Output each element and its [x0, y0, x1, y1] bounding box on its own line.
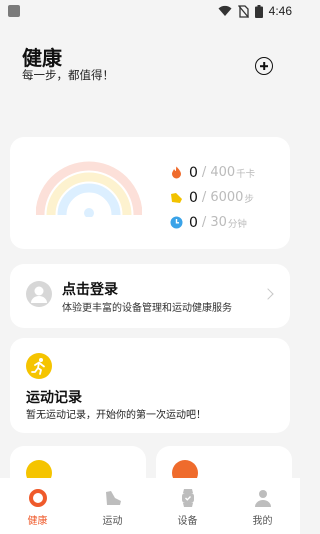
calorie-separator: /	[201, 165, 207, 180]
shoe-icon	[171, 193, 182, 203]
record-title: 运动记录	[26, 390, 82, 406]
notification-icon	[8, 5, 20, 17]
step-unit: 步	[244, 193, 254, 205]
step-value: 0	[189, 189, 198, 206]
step-target: 6000	[210, 190, 244, 205]
page-subtitle: 每一步，都值得！	[22, 68, 114, 82]
battery-icon	[254, 4, 263, 18]
calorie-unit: 千卡	[236, 168, 256, 180]
chevron-right-icon	[262, 288, 274, 300]
sneaker-icon	[105, 491, 121, 505]
exercise-record-card[interactable]: 运动记录 暂无运动记录，开始你的第一次运动吧！	[10, 338, 290, 433]
tab-exercise-label: 运动	[102, 516, 123, 527]
no-sim-icon	[237, 4, 249, 18]
calorie-metric: 0 / 400 千卡	[170, 160, 255, 185]
login-description: 体验更丰富的设备管理和运动健康服务	[62, 303, 232, 314]
avatar-icon	[26, 281, 52, 307]
login-title: 点击登录	[62, 282, 118, 298]
duration-metric: 0 / 30 分钟	[170, 210, 255, 235]
record-description: 暂无运动记录，开始你的第一次运动吧！	[26, 410, 206, 421]
step-separator: /	[201, 190, 207, 205]
watch-icon	[181, 489, 194, 507]
clock-icon	[170, 216, 183, 229]
wifi-icon	[218, 5, 232, 16]
status-time: 4:46	[268, 4, 292, 18]
bottom-tab-bar: 健康 运动 设备 我的	[0, 478, 300, 534]
duration-target: 30	[210, 215, 227, 230]
calorie-value: 0	[189, 164, 198, 181]
tab-health[interactable]: 健康	[0, 478, 75, 534]
status-bar: 4:46	[0, 0, 300, 22]
tab-device-label: 设备	[177, 516, 198, 527]
running-icon	[26, 353, 52, 379]
add-button[interactable]	[255, 57, 273, 75]
flame-icon	[172, 166, 181, 179]
duration-separator: /	[201, 215, 207, 230]
tab-health-label: 健康	[27, 516, 48, 527]
step-metric: 0 / 6000 步	[170, 185, 255, 210]
ring-center-dot	[84, 208, 94, 217]
login-card[interactable]: 点击登录 体验更丰富的设备管理和运动健康服务	[10, 264, 290, 328]
activity-rings-chart	[36, 161, 142, 217]
tab-profile-label: 我的	[252, 516, 273, 527]
calorie-target: 400	[210, 165, 236, 180]
health-ring-icon	[28, 489, 47, 507]
tab-profile[interactable]: 我的	[225, 478, 300, 534]
profile-icon	[254, 490, 271, 507]
activity-summary-card[interactable]: 0 / 400 千卡 0 / 6000 步 0 / 30 分钟	[10, 137, 290, 249]
tab-device[interactable]: 设备	[150, 478, 225, 534]
duration-unit: 分钟	[227, 218, 247, 230]
tab-exercise[interactable]: 运动	[75, 478, 150, 534]
duration-value: 0	[189, 214, 198, 231]
